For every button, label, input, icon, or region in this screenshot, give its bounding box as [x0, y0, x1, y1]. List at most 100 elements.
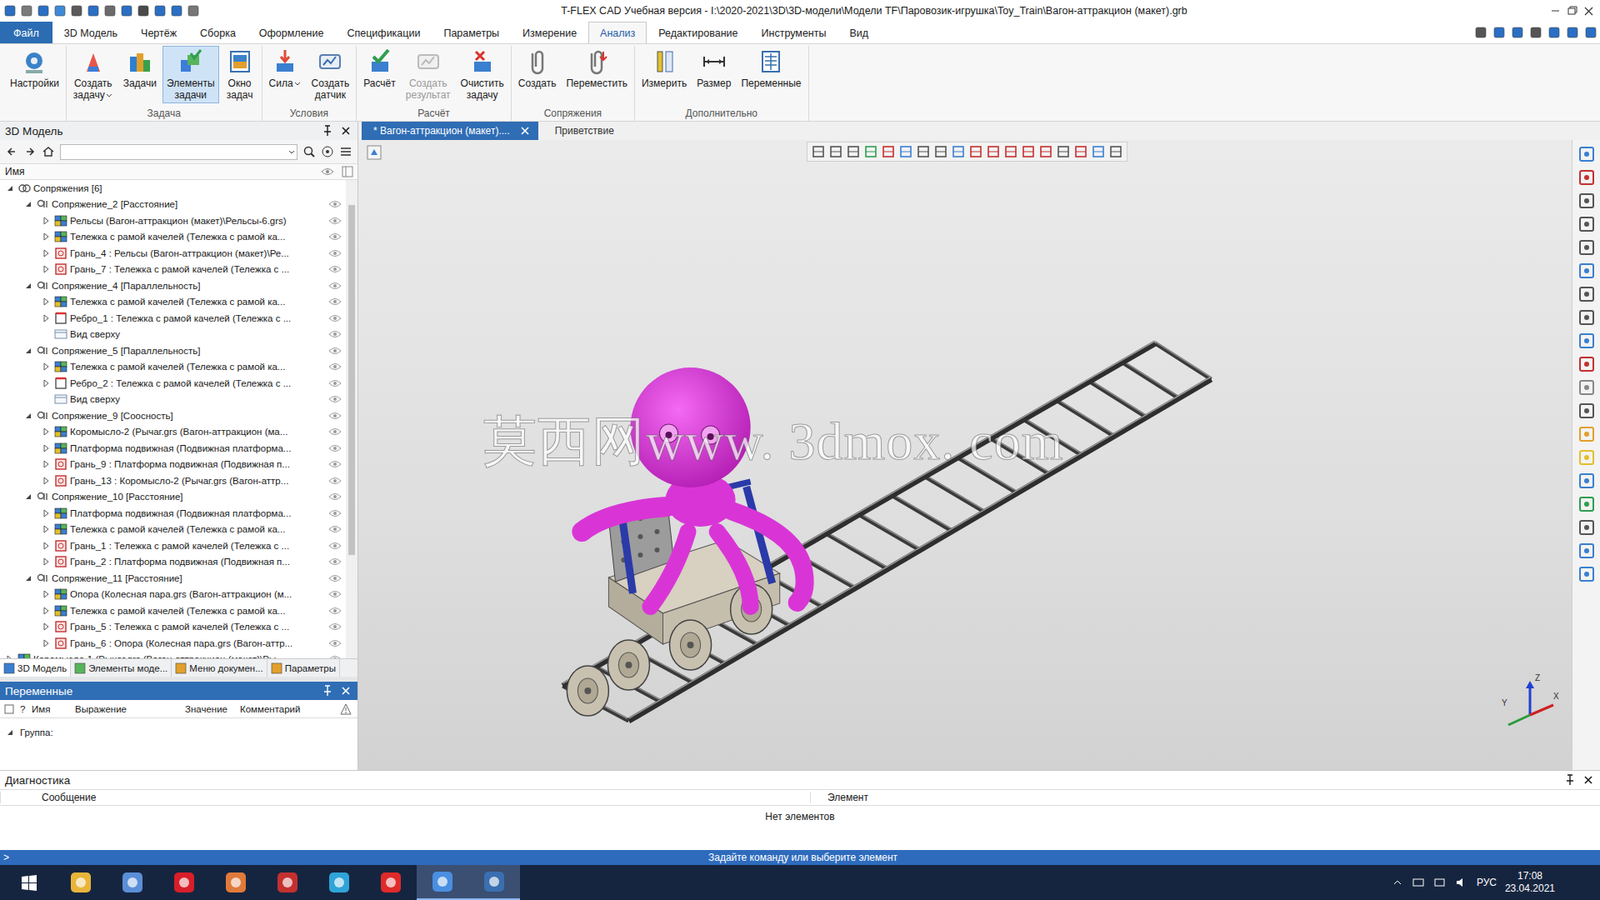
toolbar-icon[interactable] — [1565, 25, 1580, 40]
taskbar-app[interactable] — [365, 865, 417, 900]
eye-icon[interactable] — [328, 587, 342, 601]
tool-icon[interactable] — [1577, 541, 1596, 560]
expander-icon[interactable] — [41, 215, 52, 226]
eye-icon[interactable] — [328, 555, 342, 569]
eye-icon[interactable] — [328, 571, 342, 585]
expander-icon[interactable] — [41, 540, 52, 551]
eye-icon[interactable] — [328, 604, 342, 618]
ribbon-tab[interactable]: Редактирование — [646, 21, 750, 44]
eye-icon[interactable] — [328, 490, 342, 504]
document-tab[interactable]: * Вагон-аттракцион (макет).... — [361, 121, 539, 140]
panel-tab[interactable]: 3D Модель — [0, 659, 71, 677]
tree-item[interactable]: Сопряжение_11 [Расстояние] — [0, 570, 346, 587]
tree-item[interactable]: Тележка с рамой качелей (Тележка с рамой… — [0, 359, 346, 376]
view-tool-icon[interactable] — [915, 144, 931, 160]
search-icon[interactable] — [302, 145, 316, 159]
eye-icon[interactable] — [328, 246, 342, 260]
tool-icon[interactable] — [1577, 191, 1596, 210]
taskbar-app[interactable] — [106, 865, 159, 900]
expander-icon[interactable] — [23, 410, 34, 421]
ribbon-button[interactable]: Измерить — [637, 45, 691, 92]
eye-icon[interactable] — [328, 279, 342, 293]
tool-icon[interactable] — [1577, 565, 1596, 584]
eye-icon[interactable] — [328, 620, 342, 634]
expander-icon[interactable] — [41, 638, 52, 649]
tree-item[interactable]: Сопряжение_5 [Параллельность] — [0, 342, 346, 360]
taskbar-app[interactable] — [468, 865, 520, 900]
quick-access-icon[interactable] — [136, 4, 150, 18]
expander-icon[interactable] — [23, 573, 34, 584]
expander-icon[interactable] — [41, 508, 52, 519]
tree-item[interactable]: Сопряжение_4 [Параллельность] — [0, 277, 346, 295]
ribbon-button[interactable]: Переместить — [561, 45, 632, 92]
quick-access-icon[interactable] — [86, 4, 100, 18]
ribbon-tab[interactable]: Сборка — [188, 21, 248, 44]
tool-icon[interactable] — [1577, 401, 1596, 420]
column-header[interactable]: Комментарий — [240, 704, 340, 715]
quick-access-icon[interactable] — [103, 4, 117, 18]
eye-icon[interactable] — [328, 327, 342, 341]
eye-icon[interactable] — [328, 295, 342, 309]
expander-icon[interactable] — [41, 475, 52, 486]
ribbon-tab[interactable]: Спецификации — [335, 21, 432, 44]
expander-icon[interactable] — [23, 345, 34, 356]
expander-icon[interactable] — [41, 443, 52, 454]
tool-icon[interactable] — [1577, 471, 1596, 490]
column-header[interactable]: Имя — [31, 704, 75, 715]
expander-icon[interactable] — [41, 426, 52, 437]
ribbon-button[interactable]: Расчёт — [359, 45, 400, 92]
tree-item[interactable]: Тележка с рамой качелей (Тележка с рамой… — [0, 521, 346, 539]
toolbar-icon[interactable] — [1547, 25, 1561, 40]
clock[interactable]: 17:0823.04.2021 — [1505, 870, 1555, 895]
tree-item[interactable]: Сопряжение_2 [Расстояние] — [0, 196, 346, 214]
filter-icon[interactable] — [3, 703, 15, 715]
view-tool-icon[interactable] — [1073, 144, 1089, 160]
tree-item[interactable]: Платформа подвижная (Подвижная платформа… — [0, 505, 346, 522]
tree-item[interactable]: Рельсы (Вагон-аттракцион (макет)\Рельсы-… — [0, 212, 346, 230]
view-tool-icon[interactable] — [898, 144, 914, 160]
close-icon[interactable] — [1581, 773, 1595, 787]
toolbar-icon[interactable] — [1584, 25, 1598, 40]
expander-icon[interactable] — [41, 621, 52, 632]
ribbon-button[interactable]: Окно задач — [220, 45, 260, 104]
expander-icon[interactable] — [5, 727, 15, 738]
target-icon[interactable] — [320, 145, 335, 159]
tool-icon[interactable] — [1577, 331, 1596, 350]
view-tool-icon[interactable] — [1020, 144, 1036, 160]
view-tool-icon[interactable] — [985, 144, 1001, 160]
expander-icon[interactable] — [41, 231, 52, 242]
tree-item[interactable]: Грань_5 : Тележка с рамой качелей (Тележ… — [0, 619, 346, 636]
quick-access-icon[interactable] — [53, 4, 67, 18]
ribbon-button[interactable]: Создать датчик — [307, 45, 355, 104]
tree-item[interactable]: Коромысло-2 (Рычаг.grs (Вагон-аттракцион… — [0, 424, 346, 441]
document-tab[interactable]: Приветствие — [543, 121, 621, 140]
tree-item[interactable]: Ребро_1 : Тележка с рамой качелей (Тележ… — [0, 310, 346, 327]
quick-access-icon[interactable] — [70, 4, 84, 18]
taskbar-app[interactable] — [416, 865, 469, 900]
tool-icon[interactable] — [1577, 425, 1596, 444]
tool-icon[interactable] — [1577, 495, 1596, 514]
network-icon[interactable] — [1411, 875, 1425, 890]
panel-tab[interactable]: Параметры — [267, 659, 340, 677]
toolbar-icon[interactable] — [1529, 25, 1543, 40]
taskbar-app[interactable] — [55, 865, 107, 900]
tree-item[interactable]: Коромысло-1 (Рычаг.grs (Вагон-аттракцион… — [0, 651, 346, 660]
taskbar-app[interactable] — [313, 865, 365, 900]
dropdown-caret-icon[interactable] — [293, 80, 302, 87]
column-header[interactable]: ? — [20, 704, 32, 715]
eye-icon[interactable] — [328, 376, 342, 390]
quick-access-icon[interactable] — [186, 4, 200, 18]
tool-icon[interactable] — [1577, 355, 1596, 374]
tree-item[interactable]: Грань_7 : Тележка с рамой качелей (Тележ… — [0, 261, 346, 279]
eye-icon[interactable] — [328, 522, 342, 536]
eye-icon[interactable] — [328, 539, 342, 553]
tool-icon[interactable] — [1577, 518, 1596, 537]
tree-item[interactable]: Ребро_2 : Тележка с рамой качелей (Тележ… — [0, 375, 346, 392]
close-icon[interactable] — [339, 124, 353, 138]
view-tool-icon[interactable] — [1055, 144, 1071, 160]
tree-item[interactable]: Опора (Колесная пара.grs (Вагон-аттракци… — [0, 586, 346, 604]
pin-icon[interactable] — [320, 124, 335, 138]
tool-icon[interactable] — [1577, 215, 1596, 234]
language-indicator[interactable]: РУС — [1476, 876, 1497, 889]
taskbar-app[interactable] — [158, 865, 210, 900]
